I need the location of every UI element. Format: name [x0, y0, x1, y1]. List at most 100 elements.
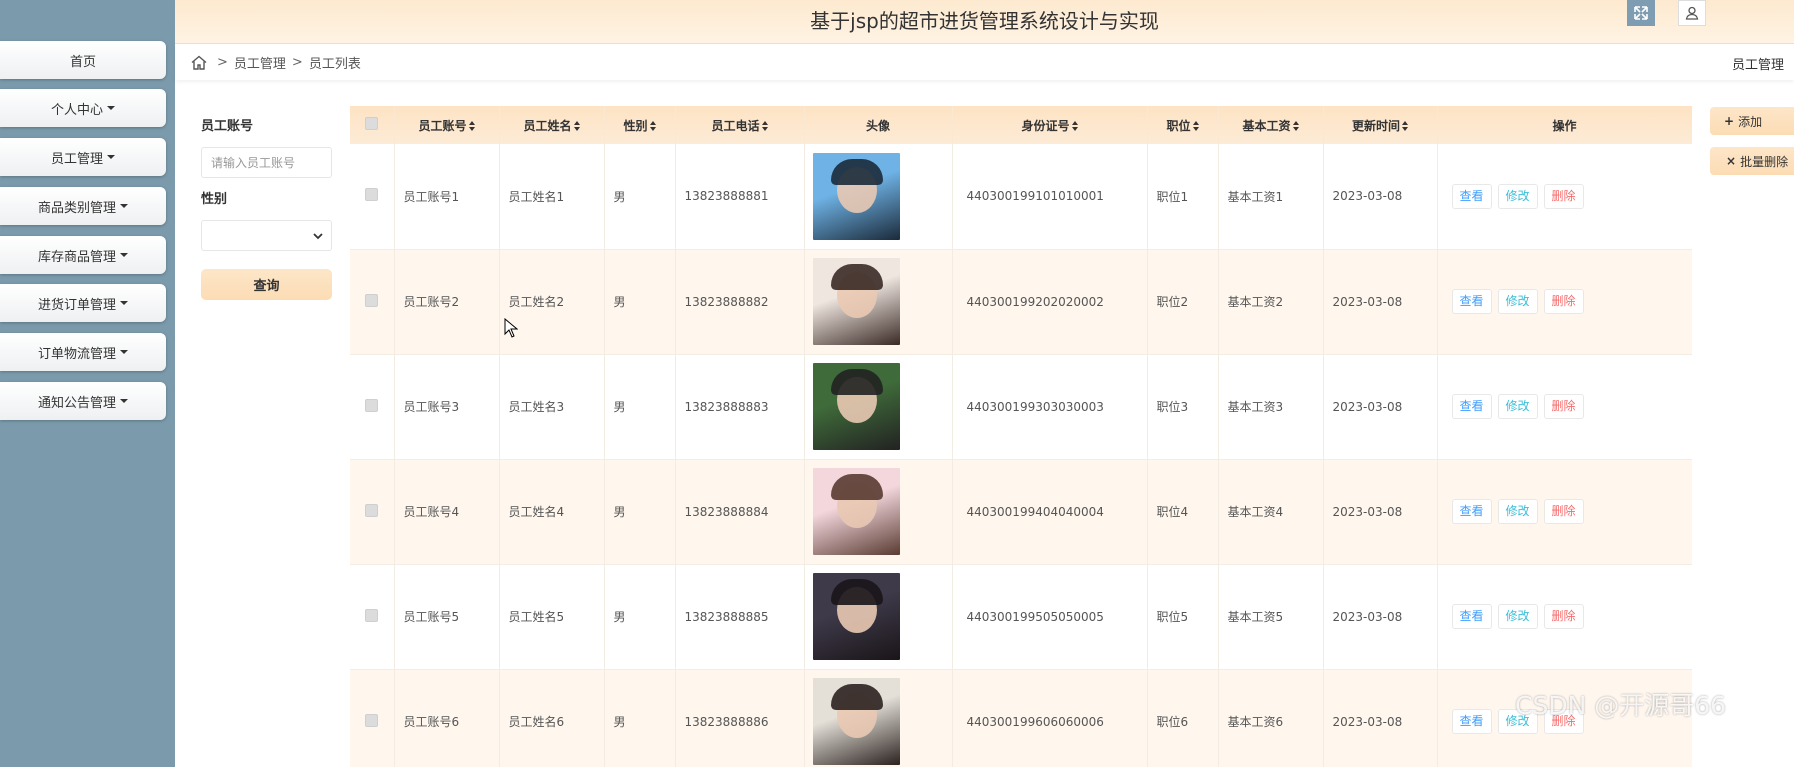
gender-select[interactable]	[201, 220, 332, 251]
sidebar-item-employee[interactable]: 员工管理	[0, 138, 166, 176]
sidebar-item-label: 首页	[69, 54, 96, 70]
page-title: 基于jsp的超市进货管理系统设计与实现	[810, 9, 1159, 33]
account-search-input[interactable]	[201, 147, 332, 178]
delete-button[interactable]: 删除	[1543, 394, 1584, 419]
sidebar-item-home[interactable]: 首页	[0, 41, 166, 79]
table-row: 员工账号6 员工姓名6 男 13823888886 440300199606060006…	[350, 669, 1692, 767]
view-button[interactable]: 查看	[1451, 183, 1492, 209]
view-button[interactable]: 查看	[1451, 289, 1492, 314]
home-icon[interactable]	[191, 55, 207, 70]
cell-account: 员工账号6	[394, 669, 500, 767]
cell-actions: 查看 修改 删除	[1437, 459, 1692, 564]
sort-icon	[573, 121, 580, 131]
row-checkbox[interactable]	[365, 608, 379, 622]
cell-avatar	[804, 354, 953, 459]
top-header: 基于jsp的超市进货管理系统设计与实现	[175, 0, 1794, 44]
edit-button[interactable]: 修改	[1497, 289, 1538, 314]
sidebar-item-label: 个人中心	[50, 102, 103, 118]
gender-label: 性别	[201, 192, 228, 207]
delete-button[interactable]: 删除	[1543, 604, 1584, 629]
sidebar-item-purchase-orders[interactable]: 进货订单管理	[0, 284, 166, 322]
cell-name: 员工姓名2	[499, 249, 605, 354]
breadcrumb-separator: >	[217, 54, 228, 70]
view-button[interactable]: 查看	[1451, 604, 1492, 629]
cell-id-card: 440300199606060006	[952, 669, 1148, 767]
row-checkbox[interactable]	[365, 293, 379, 307]
sort-icon	[1192, 121, 1199, 131]
row-checkbox[interactable]	[365, 398, 379, 412]
breadcrumb-item-employee[interactable]: 员工管理	[234, 53, 286, 72]
table-row: 员工账号3 员工姓名3 男 13823888883 440300199303030003…	[350, 354, 1692, 459]
table-header-row: 员工账号 员工姓名 性别 员工电话 头像 身份证号 职位 基本工资 更新时间 操…	[350, 106, 1692, 144]
cell-phone: 13823888882	[675, 249, 805, 354]
fullscreen-icon[interactable]	[1627, 0, 1655, 26]
batch-delete-button[interactable]: × 批量删除	[1710, 147, 1794, 175]
sidebar-item-category[interactable]: 商品类别管理	[0, 187, 166, 225]
view-button[interactable]: 查看	[1451, 709, 1492, 734]
cell-position: 职位1	[1147, 144, 1219, 249]
caret-down-icon	[120, 301, 128, 305]
edit-button[interactable]: 修改	[1497, 604, 1538, 629]
search-button[interactable]: 查询	[201, 269, 332, 300]
caret-down-icon	[120, 204, 128, 208]
row-checkbox-cell	[350, 144, 395, 249]
view-button[interactable]: 查看	[1451, 499, 1492, 524]
view-button[interactable]: 查看	[1451, 394, 1492, 419]
cell-updated: 2023-03-08	[1323, 354, 1438, 459]
column-header-account[interactable]: 员工账号	[394, 106, 500, 144]
cell-position: 职位5	[1147, 564, 1219, 669]
cell-updated: 2023-03-08	[1323, 144, 1438, 249]
cell-phone: 13823888883	[675, 354, 805, 459]
mouse-cursor-icon	[504, 318, 518, 338]
column-header-gender[interactable]: 性别	[604, 106, 676, 144]
cell-actions: 查看 修改 删除	[1437, 354, 1692, 459]
sidebar-item-label: 库存商品管理	[37, 249, 116, 265]
edit-button[interactable]: 修改	[1497, 183, 1538, 209]
cell-id-card: 440300199404040004	[952, 459, 1148, 564]
caret-down-icon	[107, 106, 115, 110]
cell-name: 员工姓名6	[499, 669, 605, 767]
column-header-position[interactable]: 职位	[1147, 106, 1219, 144]
cell-name: 员工姓名3	[499, 354, 605, 459]
cell-gender: 男	[604, 354, 676, 459]
row-checkbox-cell	[350, 249, 395, 354]
edit-button[interactable]: 修改	[1497, 394, 1538, 419]
plus-icon: +	[1724, 114, 1735, 128]
edit-button[interactable]: 修改	[1497, 499, 1538, 524]
cell-phone: 13823888881	[675, 144, 805, 249]
column-header-actions: 操作	[1437, 106, 1692, 144]
column-header-updated[interactable]: 更新时间	[1323, 106, 1438, 144]
cell-salary: 基本工资3	[1218, 354, 1324, 459]
avatar	[812, 468, 900, 555]
select-all-checkbox[interactable]	[365, 117, 379, 130]
caret-down-icon	[120, 253, 128, 257]
delete-button[interactable]: 删除	[1543, 289, 1584, 314]
sort-icon	[1402, 121, 1408, 131]
column-header-salary[interactable]: 基本工资	[1218, 106, 1324, 144]
row-checkbox[interactable]	[365, 713, 379, 727]
column-header-name[interactable]: 员工姓名	[499, 106, 605, 144]
chevron-down-icon	[313, 233, 323, 240]
cell-id-card: 440300199505050005	[952, 564, 1148, 669]
sidebar-item-logistics[interactable]: 订单物流管理	[0, 333, 166, 371]
sort-icon	[468, 121, 475, 131]
row-checkbox[interactable]	[365, 503, 379, 517]
sidebar-item-label: 通知公告管理	[37, 395, 116, 411]
breadcrumb-item-list: 员工列表	[308, 56, 361, 72]
sidebar-item-notices[interactable]: 通知公告管理	[0, 382, 166, 420]
column-header-id-card[interactable]: 身份证号	[952, 106, 1148, 144]
sidebar-item-personal-center[interactable]: 个人中心	[0, 89, 166, 127]
column-header-phone[interactable]: 员工电话	[675, 106, 805, 144]
cell-phone: 13823888885	[675, 564, 805, 669]
add-button[interactable]: + 添加	[1710, 107, 1794, 135]
cell-position: 职位6	[1147, 669, 1219, 767]
delete-button[interactable]: 删除	[1543, 499, 1584, 524]
cell-updated: 2023-03-08	[1323, 249, 1438, 354]
row-checkbox[interactable]	[365, 188, 379, 202]
cell-account: 员工账号5	[394, 564, 500, 669]
sort-icon	[761, 121, 768, 131]
breadcrumb-separator: >	[291, 54, 303, 70]
sidebar-item-inventory[interactable]: 库存商品管理	[0, 236, 166, 274]
delete-button[interactable]: 删除	[1543, 183, 1584, 209]
user-icon[interactable]	[1678, 0, 1706, 26]
